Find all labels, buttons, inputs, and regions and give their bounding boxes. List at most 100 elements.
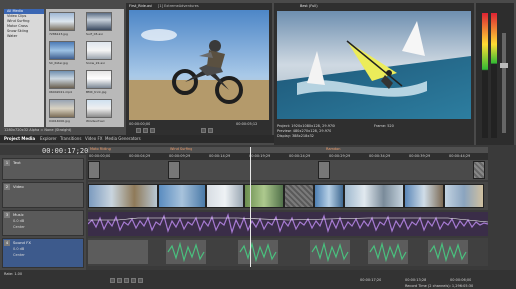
track-pan[interactable]: Center — [13, 253, 25, 257]
track-number: 2 — [4, 184, 10, 190]
preview-frame: Frame: 520 — [374, 124, 394, 128]
track-number: 3 — [4, 212, 10, 218]
media-thumb-label: 04014000.jpg — [49, 119, 70, 123]
video-track-lane[interactable] — [88, 182, 488, 210]
marker-label[interactable]: Moto Riding — [90, 147, 111, 151]
ruler-tick: 00:00:09;29 — [169, 154, 191, 158]
meter-left — [482, 13, 488, 138]
ruler-tick: 00:00:34;29 — [369, 154, 391, 158]
record-time-status: Record Time (2 channels): 1,296:05:30 — [405, 284, 474, 288]
track-header-text[interactable]: 1 Text — [2, 158, 84, 180]
media-thumb[interactable] — [86, 12, 112, 31]
media-info: 1280x720x32 Alpha = None (Straight) — [4, 128, 72, 132]
video-clip[interactable] — [314, 184, 344, 208]
record-button[interactable] — [110, 278, 115, 283]
media-thumb-label: SC_Rider.jpg — [49, 61, 68, 65]
loop-button[interactable] — [117, 278, 122, 283]
trimmer-play-button[interactable] — [136, 128, 141, 133]
preview-quality[interactable]: Best (Full) — [300, 4, 318, 8]
track-volume[interactable]: 0.0 dB — [13, 219, 24, 223]
video-clip[interactable] — [404, 184, 444, 208]
video-clip[interactable] — [88, 184, 158, 208]
transition-clip[interactable] — [284, 184, 314, 208]
ruler-tick: 00:00:29;29 — [329, 154, 351, 158]
music-track-lane[interactable] — [88, 212, 488, 236]
track-headers: 1 Text 2 Video 3 Music 0.0 dB Center 4 S… — [0, 155, 86, 273]
tab-project-media[interactable]: Project Media — [4, 136, 35, 141]
tab-media-generators[interactable]: Media Generators — [105, 136, 141, 141]
media-thumb-label: BMX_trick.jpg — [86, 90, 107, 94]
track-number: 1 — [4, 160, 10, 166]
text-clip[interactable] — [168, 161, 180, 179]
track-name[interactable]: Video — [13, 184, 24, 189]
trimmer-timecode-out: 00:00:05;12 — [236, 122, 258, 126]
media-thumb[interactable] — [49, 70, 75, 89]
music-waveform[interactable] — [88, 212, 488, 236]
text-clip[interactable] — [318, 161, 330, 179]
track-number: 4 — [4, 240, 10, 246]
video-clip[interactable] — [444, 184, 484, 208]
tab-video-fx[interactable]: Video FX — [85, 136, 103, 141]
ruler-tick: 00:00:44;29 — [449, 154, 471, 158]
text-clip[interactable] — [473, 161, 485, 179]
master-fader-handle[interactable] — [500, 63, 508, 68]
media-thumb[interactable] — [86, 41, 112, 60]
stop-button[interactable] — [138, 278, 143, 283]
track-name[interactable]: Music — [13, 212, 24, 217]
trimmer-panel: First_Ride.avi [1] ExtremeAdventures 00:… — [126, 3, 272, 135]
preview-info-display: Display: 388x218x32 — [277, 134, 314, 138]
master-fader-track[interactable] — [502, 33, 506, 133]
media-thumb-label: Snow_22.avi — [86, 61, 105, 65]
track-volume[interactable]: 0.0 dB — [13, 247, 24, 251]
status-timecode-cursor: 00:00:17;20 — [360, 278, 382, 282]
video-clip[interactable] — [344, 184, 404, 208]
tab-transitions[interactable]: Transitions — [60, 136, 81, 141]
master-bus-meters — [476, 3, 514, 145]
video-clip[interactable] — [206, 184, 244, 208]
media-thumb[interactable] — [86, 99, 112, 118]
video-clip[interactable] — [158, 184, 206, 208]
track-header-sound-fx[interactable]: 4 Sound FX 0.0 dB Center — [2, 238, 84, 268]
tree-item[interactable]: Water — [4, 34, 44, 39]
text-track-lane[interactable] — [88, 160, 488, 180]
ruler-tick: 00:00:14;29 — [209, 154, 231, 158]
trimmer-timecode-in: 00:00:00;00 — [129, 122, 151, 126]
trimmer-stop-button[interactable] — [143, 128, 148, 133]
text-clip[interactable] — [88, 161, 100, 179]
media-thumb[interactable] — [86, 70, 112, 89]
track-name[interactable]: Sound FX — [13, 240, 31, 245]
playhead[interactable] — [250, 147, 251, 267]
trimmer-loop-button[interactable] — [150, 128, 155, 133]
media-thumb-label: 7286123.jpg — [49, 32, 68, 36]
trimmer-mark-in-button[interactable] — [201, 128, 206, 133]
sfx-track-lane[interactable] — [88, 238, 488, 266]
rate-label: Rate: 1.00 — [4, 272, 23, 276]
track-header-video[interactable]: 2 Video — [2, 182, 84, 208]
media-thumb[interactable] — [49, 41, 75, 60]
marker-label[interactable]: Ramdon — [326, 147, 341, 151]
timeline-timecode: 00:00:17;20 — [42, 147, 89, 155]
media-thumb-label: 06042021.mp4 — [49, 90, 72, 94]
tab-explorer[interactable]: Explorer — [40, 136, 57, 141]
window-docking-tabs: Project Media Explorer Transitions Video… — [0, 135, 274, 143]
pause-button[interactable] — [131, 278, 136, 283]
trimmer-subtitle: [1] ExtremeAdventures — [158, 4, 199, 8]
ruler-tick: 00:00:24;29 — [289, 154, 311, 158]
motocross-image — [129, 10, 269, 120]
media-thumb[interactable] — [49, 12, 75, 31]
marker-label[interactable]: Wind Surfing — [170, 147, 192, 151]
preview-info-preview: Preview: 480x270x128, 29.970 — [277, 129, 332, 133]
media-thumb[interactable] — [49, 99, 75, 118]
track-header-music[interactable]: 3 Music 0.0 dB Center — [2, 210, 84, 236]
windsurf-image — [277, 11, 471, 119]
trimmer-mark-out-button[interactable] — [208, 128, 213, 133]
status-timecode-selection: 00:00:13;28 — [405, 278, 427, 282]
track-name[interactable]: Text — [13, 160, 21, 165]
track-pan[interactable]: Center — [13, 225, 25, 229]
ruler-tick: 00:00:04;29 — [129, 154, 151, 158]
ruler-tick: 00:00:19;29 — [249, 154, 271, 158]
status-timecode-length: 00:00:06;00 — [450, 278, 472, 282]
play-button[interactable] — [124, 278, 129, 283]
explorer-tree[interactable]: All Media Video Clips Wind Surfing Motor… — [4, 9, 44, 127]
sfx-waveform[interactable] — [88, 238, 488, 266]
